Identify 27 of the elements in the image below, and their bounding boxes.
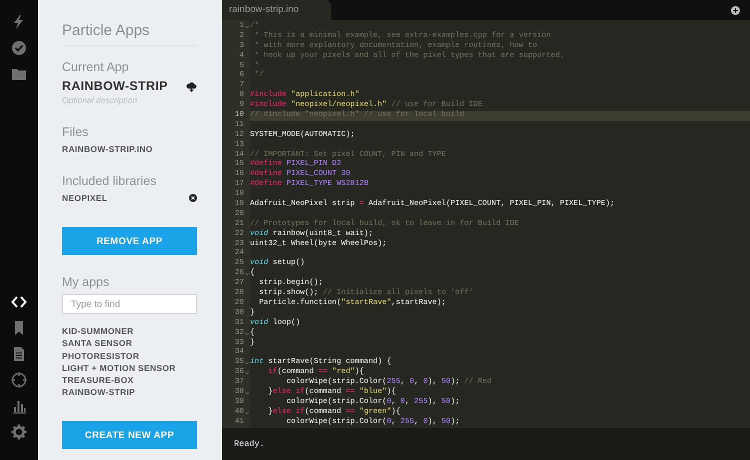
section-heading: Current App [62,60,130,74]
cloud-download-icon[interactable] [186,80,197,92]
crosshair-icon[interactable] [11,372,27,388]
app-link[interactable]: LIGHT + MOTION SENSOR [62,362,176,373]
section-heading: Included libraries [62,174,158,188]
file-link[interactable]: RAINBOW-STRIP.INO [62,144,197,154]
remove-icon[interactable] [189,194,197,202]
app-link[interactable]: RAINBOW-STRIP [62,387,136,398]
file-tab[interactable]: rainbow-strip.ino [222,0,331,20]
panel-title: Particle Apps [62,22,197,46]
app-link[interactable]: SANTA SENSOR [62,338,132,348]
search-field[interactable]: Type to find [62,294,197,314]
folder-icon[interactable] [11,66,27,82]
code-icon[interactable] [11,294,27,310]
section-heading: My apps [62,275,110,289]
bar-chart-icon[interactable] [11,398,27,414]
app-link[interactable]: TREASURE-BOX [62,375,134,386]
app-link[interactable]: PHOTORESISTOR [62,350,140,361]
section-heading: Files [62,125,90,139]
add-tab-icon[interactable] [731,6,740,14]
app-name: RAINBOW-STRIP [62,79,168,93]
check-circle-icon[interactable] [11,40,27,56]
app-link[interactable]: KID-SUMMONER [62,326,134,336]
library-name: NEOPIXEL [62,193,108,203]
document-icon[interactable] [11,346,27,362]
settings-icon[interactable] [11,424,27,440]
status-text: Ready. [222,428,750,460]
